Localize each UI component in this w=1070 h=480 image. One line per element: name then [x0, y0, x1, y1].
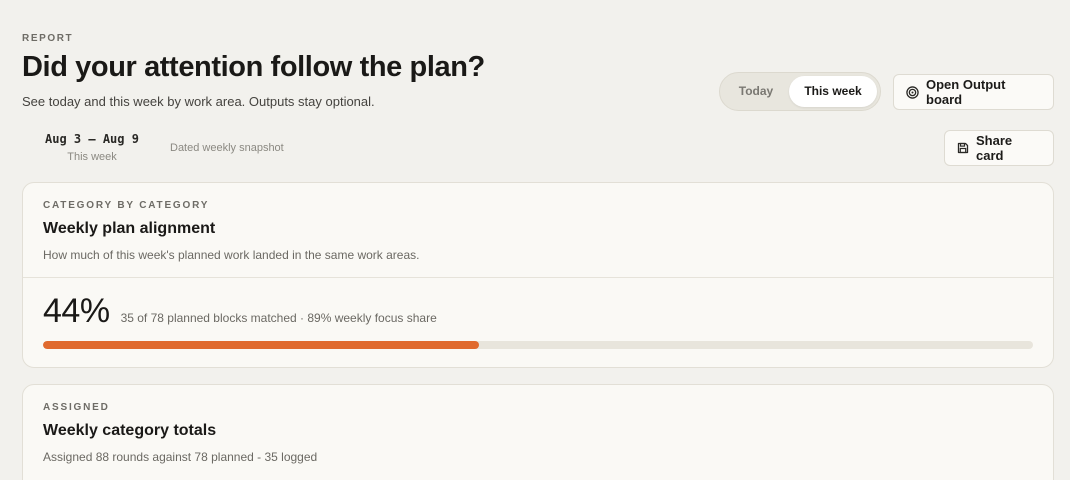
alignment-metric: 44% 35 of 78 planned blocks matched · 89…	[23, 278, 1053, 331]
save-icon	[957, 142, 969, 154]
range-dates: Aug 3 – Aug 9	[45, 132, 139, 146]
weekly-category-totals-card: ASSIGNED Weekly category totals Assigned…	[22, 384, 1054, 480]
alignment-percent: 44%	[43, 292, 110, 330]
card-title: Weekly category totals	[43, 422, 217, 439]
period-toggle: Today This week	[719, 72, 881, 111]
alignment-progress-fill	[43, 341, 479, 349]
page-title: Did your attention follow the plan?	[22, 51, 485, 83]
alignment-progress-bar	[43, 341, 1033, 349]
card-kicker: ASSIGNED	[43, 402, 110, 413]
page-subtitle: See today and this week by work area. Ou…	[22, 94, 375, 109]
card-description: How much of this week's planned work lan…	[43, 248, 420, 262]
card-kicker: CATEGORY BY CATEGORY	[43, 200, 210, 211]
toggle-this-week[interactable]: This week	[789, 76, 877, 107]
snapshot-note: Dated weekly snapshot	[170, 142, 284, 154]
range-label: This week	[67, 151, 117, 163]
alignment-detail: 35 of 78 planned blocks matched · 89% we…	[120, 311, 437, 325]
card-header: CATEGORY BY CATEGORY Weekly plan alignme…	[23, 183, 1053, 277]
weekly-plan-alignment-card: CATEGORY BY CATEGORY Weekly plan alignme…	[22, 182, 1054, 368]
open-output-board-label: Open Output board	[926, 77, 1006, 107]
share-card-button[interactable]: Share card	[944, 130, 1054, 166]
share-card-label: Share card	[976, 133, 1013, 163]
toggle-today[interactable]: Today	[723, 76, 789, 107]
card-description: Assigned 88 rounds against 78 planned - …	[43, 450, 318, 464]
report-eyebrow: REPORT	[22, 33, 74, 44]
range-display: Aug 3 – Aug 9 This week	[41, 132, 143, 163]
open-output-board-button[interactable]: Open Output board	[893, 74, 1054, 110]
card-header: ASSIGNED Weekly category totals Assigned…	[23, 385, 1053, 479]
card-title: Weekly plan alignment	[43, 220, 216, 237]
target-icon	[906, 85, 919, 99]
